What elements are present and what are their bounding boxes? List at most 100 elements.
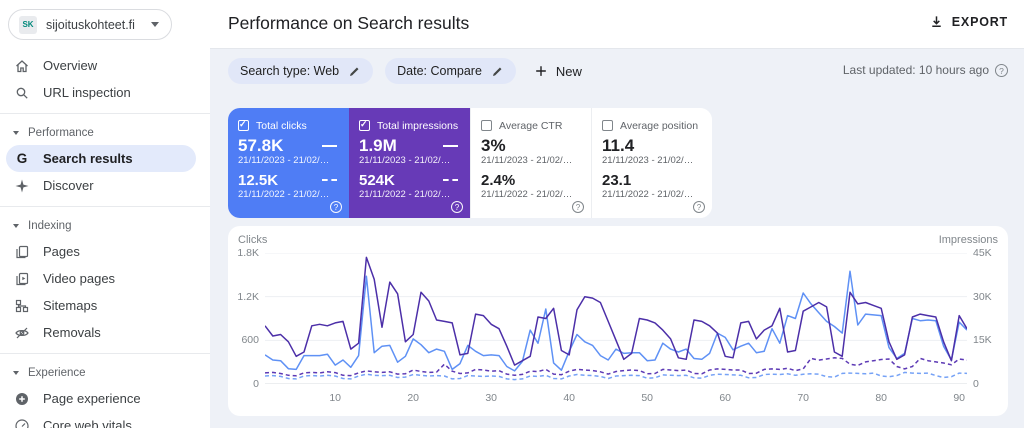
date-range-current: 21/11/2023 - 21/02/… bbox=[238, 155, 339, 166]
sidebar-divider bbox=[0, 113, 210, 114]
sidebar-item-label: Search results bbox=[43, 151, 133, 166]
help-icon[interactable]: ? bbox=[572, 201, 584, 213]
property-selector[interactable]: SK sijoituskohteet.fi bbox=[8, 9, 172, 40]
sidebar-item-overview[interactable]: Overview bbox=[0, 52, 210, 79]
checkbox[interactable] bbox=[238, 120, 249, 131]
date-range-previous: 21/11/2022 - 21/02/… bbox=[238, 189, 339, 200]
sidebar-item-removals[interactable]: Removals bbox=[0, 319, 210, 346]
axis-tick-label: 600 bbox=[228, 334, 259, 346]
date-range-previous: 21/11/2022 - 21/02/… bbox=[602, 189, 702, 200]
filter-bar: Search type: Web Date: Compare New bbox=[228, 58, 582, 84]
home-icon bbox=[14, 58, 30, 74]
total-clicks-card[interactable]: Total clicks 57.8K 21/11/2023 - 21/02/… … bbox=[228, 108, 349, 218]
help-icon[interactable]: ? bbox=[693, 201, 705, 213]
sidebar-item-label: Discover bbox=[43, 178, 94, 193]
sidebar-item-core-web-vitals[interactable]: Core web vitals bbox=[0, 412, 210, 428]
axis-tick-label: 15K bbox=[973, 334, 1007, 346]
sidebar-item-search-results[interactable]: G Search results bbox=[0, 145, 210, 172]
sidebar-item-label: Video pages bbox=[43, 271, 115, 286]
sitemaps-icon bbox=[14, 298, 30, 314]
sidebar-item-label: URL inspection bbox=[43, 85, 131, 100]
sidebar-item-discover[interactable]: Discover bbox=[0, 172, 210, 199]
axis-tick-label: 0 bbox=[228, 378, 259, 390]
metric-label: Average CTR bbox=[499, 120, 562, 132]
page-title: Performance on Search results bbox=[228, 13, 469, 34]
sidebar-item-label: Pages bbox=[43, 244, 80, 259]
axis-tick-label: 1.8K bbox=[228, 247, 259, 259]
axis-tick-label: 50 bbox=[635, 392, 659, 404]
google-g-icon: G bbox=[14, 151, 30, 167]
axis-tick-label: 80 bbox=[869, 392, 893, 404]
sidebar-item-sitemaps[interactable]: Sitemaps bbox=[0, 292, 210, 319]
help-icon[interactable]: ? bbox=[995, 64, 1008, 77]
chevron-down-icon bbox=[13, 224, 19, 228]
sidebar-item-label: Page experience bbox=[43, 391, 141, 406]
plus-icon bbox=[534, 64, 548, 78]
date-range-current: 21/11/2023 - 21/02/… bbox=[481, 155, 581, 166]
checkbox[interactable] bbox=[359, 120, 370, 131]
metric-value-current: 57.8K bbox=[238, 136, 283, 156]
axis-tick-label: 70 bbox=[791, 392, 815, 404]
search-console-app: SK sijoituskohteet.fi Overview URL inspe… bbox=[0, 0, 1024, 428]
sidebar-divider bbox=[0, 353, 210, 354]
sidebar-item-video-pages[interactable]: Video pages bbox=[0, 265, 210, 292]
average-position-card[interactable]: Average position 11.4 21/11/2023 - 21/02… bbox=[591, 108, 712, 218]
search-icon bbox=[14, 85, 30, 101]
performance-chart[interactable] bbox=[265, 253, 967, 384]
solid-line-legend-mark bbox=[322, 145, 337, 147]
date-filter-chip[interactable]: Date: Compare bbox=[385, 58, 516, 84]
sidebar-section-performance[interactable]: Performance bbox=[0, 121, 210, 145]
sidebar-item-pages[interactable]: Pages bbox=[0, 238, 210, 265]
export-button[interactable]: EXPORT bbox=[929, 14, 1008, 29]
caret-down-icon bbox=[151, 22, 159, 27]
axis-tick-label: 40 bbox=[557, 392, 581, 404]
axis-tick-label: 0 bbox=[973, 378, 1007, 390]
download-icon bbox=[929, 14, 944, 29]
help-icon[interactable]: ? bbox=[330, 201, 342, 213]
sidebar-section-indexing[interactable]: Indexing bbox=[0, 214, 210, 238]
export-label: EXPORT bbox=[952, 15, 1008, 29]
metric-value-current: 1.9M bbox=[359, 136, 397, 156]
help-icon[interactable]: ? bbox=[451, 201, 463, 213]
axis-tick-label: 20 bbox=[401, 392, 425, 404]
dashed-line-legend-mark bbox=[322, 179, 337, 181]
axis-tick-label: 90 bbox=[947, 392, 971, 404]
checkbox[interactable] bbox=[481, 120, 492, 131]
left-axis-title: Clicks bbox=[238, 234, 267, 246]
date-range-current: 21/11/2023 - 21/02/… bbox=[602, 155, 702, 166]
total-impressions-card[interactable]: Total impressions 1.9M 21/11/2023 - 21/0… bbox=[349, 108, 470, 218]
date-range-current: 21/11/2023 - 21/02/… bbox=[359, 155, 460, 166]
metric-label: Total impressions bbox=[377, 120, 458, 132]
axis-tick-label: 10 bbox=[323, 392, 347, 404]
axis-tick-label: 30K bbox=[973, 291, 1007, 303]
search-type-filter-chip[interactable]: Search type: Web bbox=[228, 58, 373, 84]
metric-value-current: 11.4 bbox=[602, 136, 634, 156]
date-range-previous: 21/11/2022 - 21/02/… bbox=[359, 189, 460, 200]
axis-tick-label: 30 bbox=[479, 392, 503, 404]
new-label: New bbox=[556, 64, 582, 79]
metric-value-previous: 524K bbox=[359, 172, 395, 189]
property-favicon: SK bbox=[19, 16, 37, 34]
section-label: Indexing bbox=[28, 220, 71, 232]
right-axis-title: Impressions bbox=[939, 234, 998, 246]
sidebar-item-page-experience[interactable]: Page experience bbox=[0, 385, 210, 412]
new-filter-button[interactable]: New bbox=[534, 64, 582, 79]
axis-tick-label: 60 bbox=[713, 392, 737, 404]
chart-line-right-dashed bbox=[265, 358, 967, 376]
chevron-down-icon bbox=[13, 371, 19, 375]
metric-value-previous: 2.4% bbox=[481, 172, 515, 189]
sidebar-item-url-inspection[interactable]: URL inspection bbox=[0, 79, 210, 106]
chart-line-left-solid bbox=[265, 271, 967, 371]
eye-off-icon bbox=[14, 325, 30, 341]
sidebar-divider bbox=[0, 206, 210, 207]
property-name: sijoituskohteet.fi bbox=[46, 18, 142, 32]
chip-label: Search type: Web bbox=[240, 64, 339, 78]
dashed-line-legend-mark bbox=[443, 179, 458, 181]
metric-value-current: 3% bbox=[481, 136, 506, 156]
average-ctr-card[interactable]: Average CTR 3% 21/11/2023 - 21/02/… 2.4%… bbox=[470, 108, 591, 218]
checkbox[interactable] bbox=[602, 120, 613, 131]
main-content: Performance on Search results EXPORT Sea… bbox=[210, 0, 1024, 428]
chip-label: Date: Compare bbox=[397, 64, 482, 78]
sidebar-item-label: Core web vitals bbox=[43, 418, 132, 428]
sidebar-section-experience[interactable]: Experience bbox=[0, 361, 210, 385]
